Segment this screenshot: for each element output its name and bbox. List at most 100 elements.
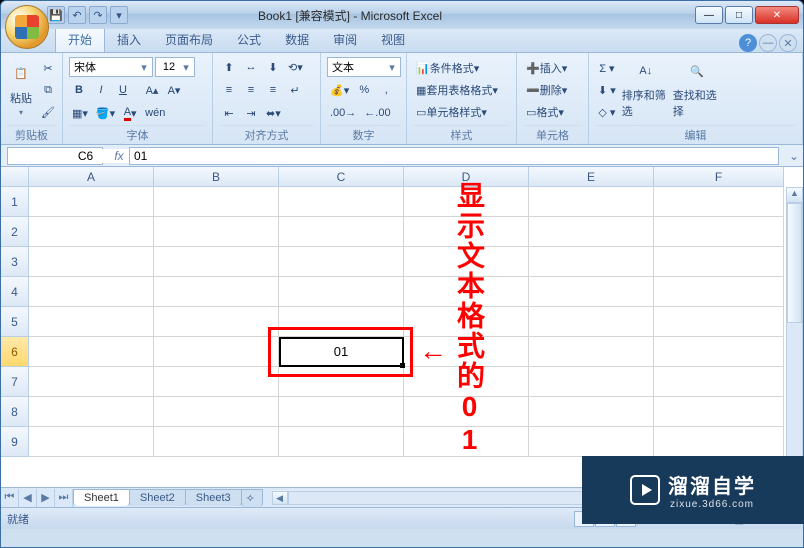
cell[interactable]: [654, 277, 784, 307]
cell[interactable]: [154, 217, 279, 247]
percent-button[interactable]: %: [354, 80, 374, 100]
format-as-table-button[interactable]: ▦ 套用表格格式 ▾: [413, 80, 513, 100]
cell[interactable]: [154, 397, 279, 427]
cell[interactable]: [29, 247, 154, 277]
decrease-font-button[interactable]: A▾: [164, 80, 184, 100]
minimize-button[interactable]: —: [695, 6, 723, 24]
italic-button[interactable]: I: [91, 80, 111, 100]
clear-button[interactable]: ◇ ▾: [595, 102, 619, 122]
cell[interactable]: [29, 337, 154, 367]
currency-button[interactable]: 💰▾: [327, 80, 352, 100]
cell[interactable]: [29, 187, 154, 217]
copy-button[interactable]: ⧉: [38, 80, 58, 100]
qat-redo-icon[interactable]: ↷: [89, 6, 107, 24]
cell[interactable]: [529, 247, 654, 277]
cell[interactable]: [404, 277, 529, 307]
align-top-button[interactable]: ⬆: [219, 57, 239, 77]
tab-review[interactable]: 审阅: [321, 27, 369, 52]
col-header-e[interactable]: E: [529, 167, 654, 187]
font-size-combo[interactable]: 12▾: [155, 57, 195, 77]
font-name-combo[interactable]: 宋体▾: [69, 57, 153, 77]
qat-save-icon[interactable]: 💾: [47, 6, 65, 24]
cell[interactable]: [529, 187, 654, 217]
col-header-b[interactable]: B: [154, 167, 279, 187]
merge-button[interactable]: ⬌▾: [263, 103, 284, 123]
bold-button[interactable]: B: [69, 80, 89, 100]
cell[interactable]: [404, 427, 529, 457]
cell[interactable]: [654, 187, 784, 217]
increase-font-button[interactable]: A▴: [142, 80, 162, 100]
align-middle-button[interactable]: ↔: [241, 57, 261, 77]
cell[interactable]: [154, 277, 279, 307]
cell[interactable]: [279, 397, 404, 427]
cell[interactable]: [404, 307, 529, 337]
qat-undo-icon[interactable]: ↶: [68, 6, 86, 24]
scroll-left-icon[interactable]: ◀: [272, 491, 288, 505]
cell[interactable]: [654, 427, 784, 457]
cell[interactable]: [29, 397, 154, 427]
sheet-tab-3[interactable]: Sheet3: [185, 489, 242, 506]
fx-icon[interactable]: fx: [109, 149, 129, 163]
increase-decimal-button[interactable]: .00→: [327, 103, 359, 123]
cell[interactable]: [404, 397, 529, 427]
cell[interactable]: [404, 187, 529, 217]
cell[interactable]: [529, 217, 654, 247]
align-center-button[interactable]: ≡: [241, 80, 261, 100]
row-header[interactable]: 3: [1, 247, 29, 277]
comma-button[interactable]: ,: [376, 80, 396, 100]
cell[interactable]: [404, 367, 529, 397]
sheet-tab-2[interactable]: Sheet2: [129, 489, 186, 506]
sheet-nav-last-icon[interactable]: ⏭: [55, 489, 73, 507]
cell[interactable]: [29, 427, 154, 457]
fill-color-button[interactable]: 🪣▾: [93, 103, 118, 123]
align-right-button[interactable]: ≡: [263, 80, 283, 100]
minimize-ribbon-icon[interactable]: —: [759, 34, 777, 52]
decrease-decimal-button[interactable]: ←.00: [361, 103, 393, 123]
cell[interactable]: [154, 367, 279, 397]
tab-formulas[interactable]: 公式: [225, 27, 273, 52]
border-button[interactable]: ▦▾: [69, 103, 91, 123]
format-cells-button[interactable]: ▭ 格式 ▾: [523, 102, 585, 122]
office-button[interactable]: [5, 5, 49, 49]
wrap-text-button[interactable]: ↵: [285, 80, 305, 100]
sheet-nav-next-icon[interactable]: ▶: [37, 489, 55, 507]
formula-input[interactable]: [129, 147, 779, 165]
autosum-button[interactable]: Σ ▾: [595, 58, 619, 78]
tab-home[interactable]: 开始: [55, 26, 105, 52]
cell[interactable]: [154, 307, 279, 337]
delete-cells-button[interactable]: ➖ 删除 ▾: [523, 80, 585, 100]
vertical-scrollbar[interactable]: ▲ ▼: [786, 187, 803, 487]
orientation-button[interactable]: ⟲▾: [285, 57, 306, 77]
cell[interactable]: [654, 367, 784, 397]
cell[interactable]: [279, 367, 404, 397]
cell[interactable]: [29, 217, 154, 247]
qat-customize-icon[interactable]: ▾: [110, 6, 128, 24]
name-box[interactable]: ▾: [7, 147, 103, 165]
phonetic-button[interactable]: wén: [142, 103, 168, 123]
decrease-indent-button[interactable]: ⇤: [219, 103, 239, 123]
close-workbook-icon[interactable]: ✕: [779, 34, 797, 52]
row-header[interactable]: 2: [1, 217, 29, 247]
insert-cells-button[interactable]: ➕ 插入 ▾: [523, 58, 585, 78]
sort-filter-button[interactable]: A↓ 排序和筛选: [622, 55, 670, 121]
cell[interactable]: [279, 247, 404, 277]
cell[interactable]: [654, 397, 784, 427]
cell[interactable]: [654, 247, 784, 277]
col-header-a[interactable]: A: [29, 167, 154, 187]
cell[interactable]: [279, 217, 404, 247]
cell[interactable]: [404, 337, 529, 367]
cell[interactable]: [529, 427, 654, 457]
row-header[interactable]: 8: [1, 397, 29, 427]
tab-insert[interactable]: 插入: [105, 27, 153, 52]
select-all-button[interactable]: [1, 167, 29, 187]
underline-button[interactable]: U: [113, 80, 133, 100]
sheet-nav-first-icon[interactable]: ⏮: [1, 489, 19, 507]
tab-view[interactable]: 视图: [369, 27, 417, 52]
row-header[interactable]: 9: [1, 427, 29, 457]
tab-data[interactable]: 数据: [273, 27, 321, 52]
cell[interactable]: [404, 217, 529, 247]
cell[interactable]: [279, 427, 404, 457]
new-sheet-button[interactable]: ✧: [241, 489, 263, 507]
fill-button[interactable]: ⬇ ▾: [595, 80, 619, 100]
cut-button[interactable]: ✂: [38, 58, 58, 78]
